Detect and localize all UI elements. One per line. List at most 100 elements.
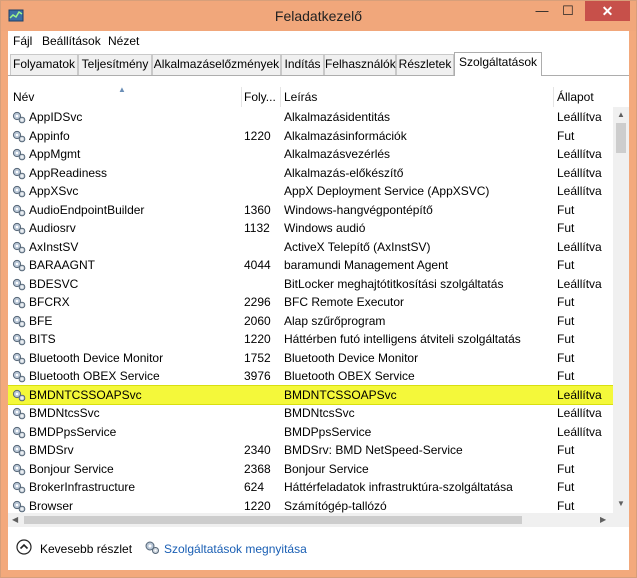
tab-users[interactable]: Felhasználók bbox=[324, 54, 396, 75]
service-description: Háttérfeladatok infrastruktúra-szolgálta… bbox=[284, 480, 513, 494]
service-row[interactable]: Bluetooth Device Monitor 1752 Bluetooth De… bbox=[8, 349, 613, 367]
service-pid: 4044 bbox=[244, 258, 271, 272]
menu-settings[interactable]: Beállítások bbox=[42, 34, 101, 48]
service-row[interactable]: BMDPpsService BMDPpsService Leállítva bbox=[8, 423, 613, 441]
service-name: Bluetooth Device Monitor bbox=[29, 350, 164, 365]
service-gear-icon bbox=[12, 407, 26, 420]
scroll-left-icon[interactable]: ◀ bbox=[12, 515, 18, 524]
horizontal-scroll-thumb[interactable] bbox=[24, 516, 522, 524]
service-row[interactable]: AppReadiness Alkalmazás-előkészítő Leállít… bbox=[8, 164, 613, 182]
service-row[interactable]: BARAAGNT 4044 baramundi Management Agent Fu… bbox=[8, 256, 613, 274]
service-row[interactable]: BITS 1220 Háttérben futó intelligens átvit… bbox=[8, 330, 613, 348]
scroll-up-icon[interactable]: ▲ bbox=[617, 110, 625, 119]
menu-file[interactable]: Fájl bbox=[13, 34, 32, 48]
service-row[interactable]: BMDSrv 2340 BMDSrv: BMD NetSpeed-Service Fu… bbox=[8, 441, 613, 459]
service-status: Leállítva bbox=[557, 147, 602, 161]
service-description: Alkalmazásidentitás bbox=[284, 110, 391, 124]
service-name: BMDNtcsSvc bbox=[29, 406, 100, 420]
service-row[interactable]: BrokerInfrastructure 624 Háttérfeladatok i… bbox=[8, 478, 613, 496]
tab-app-history[interactable]: Alkalmazáselőzmények bbox=[152, 54, 281, 75]
service-status: Fut bbox=[557, 350, 575, 365]
service-description: Alkalmazás-előkészítő bbox=[284, 165, 404, 180]
service-row[interactable]: AxInstSV ActiveX Telepítő (AxInstSV) Leáll… bbox=[8, 238, 613, 256]
service-name: AxInstSV bbox=[29, 239, 79, 254]
vertical-scroll-thumb[interactable] bbox=[616, 123, 626, 153]
service-row[interactable]: AppIDSvc Alkalmazásidentitás Leállítva bbox=[8, 108, 613, 126]
service-gear-icon bbox=[12, 185, 26, 198]
service-status: Fut bbox=[557, 461, 575, 476]
column-divider[interactable] bbox=[241, 87, 242, 107]
service-status: Fut bbox=[557, 128, 575, 143]
tab-services[interactable]: Szolgáltatások bbox=[454, 52, 542, 76]
service-gear-icon bbox=[12, 167, 26, 179]
title-bar[interactable]: Feladatkezelő — ☐ ✕ bbox=[1, 1, 636, 31]
service-gear-icon bbox=[12, 259, 26, 272]
open-services-link[interactable]: Szolgáltatások megnyitása bbox=[164, 542, 307, 556]
service-gear-icon bbox=[12, 500, 26, 512]
service-gear-icon bbox=[12, 426, 26, 438]
service-name: AppIDSvc bbox=[29, 110, 83, 124]
tab-processes[interactable]: Folyamatok bbox=[10, 54, 78, 75]
service-name: AppXSvc bbox=[29, 184, 79, 198]
service-name: AudioEndpointBuilder bbox=[29, 202, 145, 217]
column-divider[interactable] bbox=[553, 87, 554, 107]
service-row[interactable]: BMDNtcsSvc BMDNtcsSvc Leállítva bbox=[8, 404, 613, 422]
scroll-right-icon[interactable]: ▶ bbox=[600, 515, 606, 524]
service-row[interactable]: Appinfo 1220 Alkalmazásinformációk Fut bbox=[8, 127, 613, 145]
service-row[interactable]: AudioEndpointBuilder 1360 Windows-hangvégp… bbox=[8, 201, 613, 219]
tab-performance[interactable]: Teljesítmény bbox=[78, 54, 152, 75]
service-description: BMDNTCSSOAPSvc bbox=[284, 387, 397, 402]
service-name: BrokerInfrastructure bbox=[29, 480, 136, 494]
client-area: Fájl Beállítások Nézet Folyamatok Teljes… bbox=[8, 31, 629, 570]
service-pid: 2368 bbox=[244, 461, 271, 476]
service-row[interactable]: BDESVC BitLocker meghajtótitkosítási szol… bbox=[8, 275, 613, 293]
scroll-down-icon[interactable]: ▼ bbox=[617, 499, 625, 508]
service-description: Alkalmazásvezérlés bbox=[284, 147, 391, 161]
service-pid: 624 bbox=[244, 480, 265, 494]
horizontal-scrollbar[interactable]: ◀ ▶ bbox=[8, 513, 613, 527]
menu-view[interactable]: Nézet bbox=[108, 34, 139, 48]
column-divider[interactable] bbox=[280, 87, 281, 107]
collapse-circle-icon[interactable] bbox=[16, 539, 32, 555]
service-row[interactable]: Browser 1220 Számítógép-tallózó Fut bbox=[8, 497, 613, 514]
service-row[interactable]: Bluetooth OBEX Service 3976 Bluetooth OBEX… bbox=[8, 367, 613, 385]
service-status: Leállítva bbox=[557, 239, 602, 254]
service-row[interactable]: AppXSvc AppX Deployment Service (AppXSVC)… bbox=[8, 182, 613, 200]
maximize-button[interactable]: ☐ bbox=[555, 1, 581, 21]
service-pid: 1752 bbox=[244, 350, 271, 365]
service-status: Fut bbox=[557, 332, 575, 346]
tab-startup[interactable]: Indítás bbox=[281, 54, 324, 75]
column-status[interactable]: Állapot bbox=[557, 90, 594, 104]
service-gear-icon bbox=[12, 148, 26, 161]
service-status: Leállítva bbox=[557, 184, 602, 198]
fewer-details-button[interactable]: Kevesebb részlet bbox=[40, 542, 132, 556]
service-row[interactable]: BFE 2060 Alap szűrőprogram Fut bbox=[8, 312, 613, 330]
service-status: Leállítva bbox=[557, 110, 602, 124]
service-pid: 2340 bbox=[244, 443, 271, 457]
service-pid: 2060 bbox=[244, 313, 271, 328]
vertical-scrollbar[interactable]: ▲ ▼ bbox=[613, 107, 629, 527]
service-description: Alap szűrőprogram bbox=[284, 313, 386, 328]
service-description: Háttérben futó intelligens átviteli szol… bbox=[284, 332, 521, 346]
column-description[interactable]: Leírás bbox=[284, 90, 317, 104]
column-name[interactable]: Név bbox=[13, 90, 34, 104]
sort-ascending-icon: ▲ bbox=[118, 85, 126, 94]
service-pid: 1360 bbox=[244, 202, 271, 217]
service-gear-icon bbox=[12, 278, 26, 290]
service-description: BMDPpsService bbox=[284, 424, 372, 439]
tab-details[interactable]: Részletek bbox=[396, 54, 454, 75]
service-description: Bonjour Service bbox=[284, 461, 369, 476]
service-description: Alkalmazásinformációk bbox=[284, 128, 407, 143]
service-row[interactable]: BMDNTCSSOAPSvc BMDNTCSSOAPSvc Leállítva bbox=[8, 384, 613, 405]
service-row[interactable]: BFCRX 2296 BFC Remote Executor Fut bbox=[8, 293, 613, 311]
service-status: Leállítva bbox=[557, 276, 602, 291]
service-row[interactable]: AppMgmt Alkalmazásvezérlés Leállítva bbox=[8, 145, 613, 163]
minimize-button[interactable]: — bbox=[529, 1, 555, 21]
service-status: Fut bbox=[557, 480, 575, 494]
services-list: AppIDSvc Alkalmazásidentitás Leállítva Appi… bbox=[8, 108, 613, 513]
column-pid[interactable]: Foly... bbox=[244, 90, 278, 104]
close-button[interactable]: ✕ bbox=[585, 1, 630, 21]
service-row[interactable]: Bonjour Service 2368 Bonjour Service Fut bbox=[8, 460, 613, 478]
service-name: Bonjour Service bbox=[29, 461, 114, 476]
service-row[interactable]: Audiosrv 1132 Windows audió Fut bbox=[8, 219, 613, 237]
